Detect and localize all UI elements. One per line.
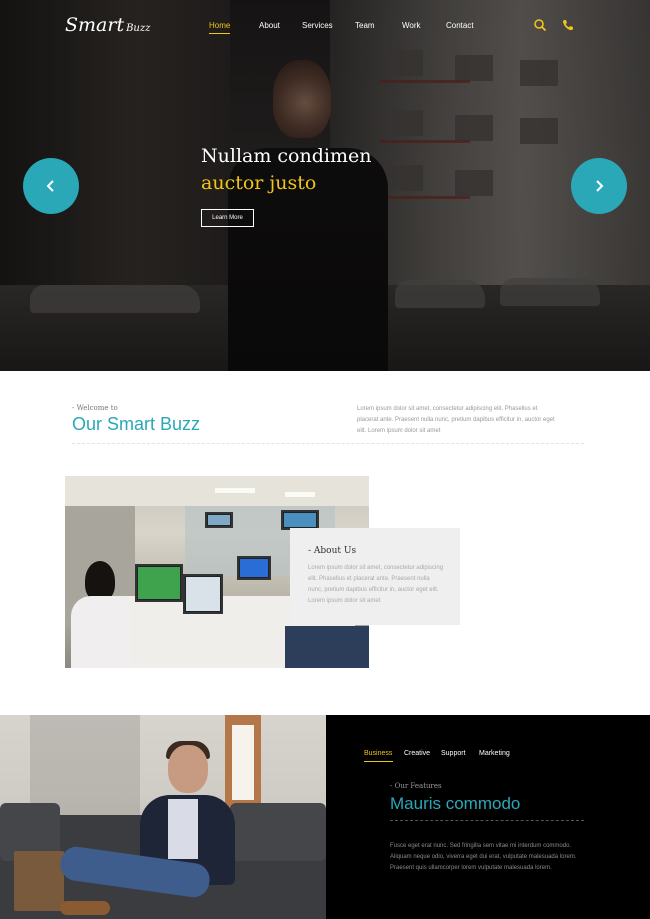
brand-name-sub: Buzz (126, 23, 151, 34)
nav-item-services[interactable]: Services (302, 21, 333, 30)
learn-more-button[interactable]: Learn More (201, 209, 254, 227)
brand-name-main: Smart (65, 14, 125, 36)
hero-overlay (0, 0, 650, 371)
welcome-title: Our Smart Buzz (72, 414, 201, 434)
nav-item-contact[interactable]: Contact (446, 21, 474, 30)
tab-support[interactable]: Support (441, 750, 466, 757)
brand-logo[interactable]: Smart Buzz (65, 14, 150, 36)
welcome-divider (72, 443, 584, 444)
slider-next-button[interactable] (571, 158, 627, 214)
nav-item-team[interactable]: Team (355, 21, 375, 30)
search-icon[interactable] (533, 18, 547, 32)
nav-item-about[interactable]: About (259, 21, 280, 30)
welcome-kicker: - Welcome to (72, 404, 118, 412)
tab-business[interactable]: Business (364, 750, 392, 757)
about-text: Lorem ipsum dolor sit amet, consectetur … (308, 565, 444, 604)
about-title: - About Us (308, 546, 357, 556)
nav-item-work[interactable]: Work (402, 21, 421, 30)
nav-item-home[interactable]: Home (209, 21, 231, 34)
slider-prev-button[interactable] (23, 158, 79, 214)
chevron-right-icon (596, 180, 604, 192)
features-text: Fusce eget erat nunc. Sed fringilla sem … (390, 843, 577, 871)
tab-marketing[interactable]: Marketing (479, 750, 510, 757)
features-panel (326, 715, 650, 919)
features-photo (0, 715, 326, 919)
features-title: Mauris commodo (390, 794, 521, 813)
active-tab-indicator (364, 761, 393, 762)
hero-subtitle: auctor justo (201, 172, 317, 194)
chevron-left-icon (46, 180, 54, 192)
hero-title: Nullam condimen (201, 145, 372, 167)
hero-section: Smart Buzz Home About Services Team Work … (0, 0, 650, 371)
tab-creative[interactable]: Creative (404, 750, 430, 757)
welcome-text: Lorem ipsum dolor sit amet, consectetur … (357, 406, 555, 434)
phone-icon[interactable] (561, 18, 575, 32)
features-divider (390, 820, 584, 821)
top-nav: Smart Buzz Home About Services Team Work … (0, 0, 650, 50)
features-kicker: - Our Features (390, 782, 442, 790)
